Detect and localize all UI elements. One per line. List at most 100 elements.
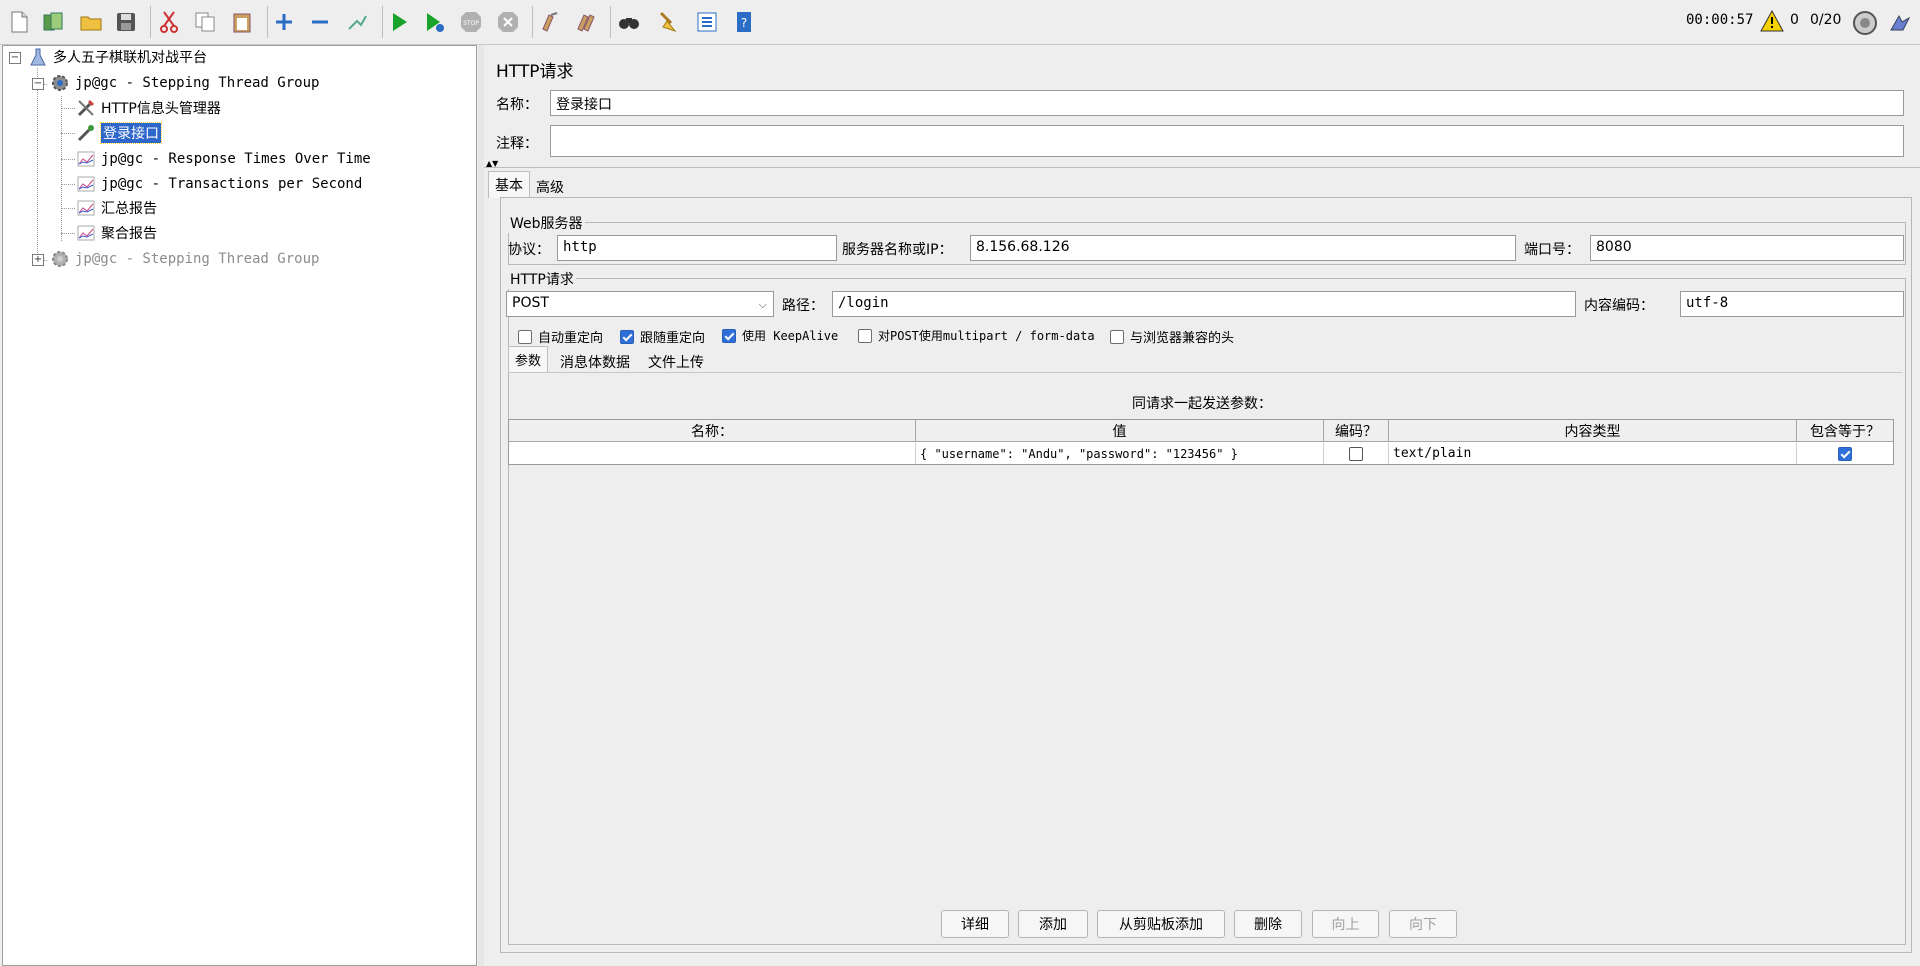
paste-icon[interactable] — [228, 8, 256, 36]
collapse-icon[interactable] — [306, 8, 334, 36]
port-field[interactable]: 8080 — [1590, 235, 1904, 261]
open-icon[interactable] — [77, 8, 105, 36]
shutdown-icon[interactable] — [494, 8, 522, 36]
option-keepalive[interactable]: 使用 KeepAlive — [722, 327, 838, 344]
collapse-group1-toggle[interactable]: − — [32, 78, 44, 90]
column-header-content-type[interactable]: 内容类型 — [1389, 420, 1797, 442]
column-header-encode[interactable]: 编码？ — [1324, 420, 1389, 442]
toggle-icon[interactable] — [343, 8, 371, 36]
sampler-icon — [75, 122, 97, 144]
params-table[interactable]: 名称： 值 编码？ 内容类型 包含等于？ { "username": "Andu… — [508, 419, 1894, 465]
tree-label: jp@gc - Transactions per Second — [101, 176, 363, 192]
help-icon[interactable]: ? — [730, 8, 758, 36]
auto-redirect-checkbox[interactable] — [518, 329, 532, 344]
function-helper-icon[interactable] — [693, 8, 721, 36]
expand-group2-toggle[interactable]: + — [32, 254, 44, 266]
graph-icon — [75, 148, 97, 170]
tree-node-aggregate-report[interactable]: 聚合报告 — [75, 222, 157, 244]
add-from-clipboard-button[interactable]: 从剪贴板添加 — [1097, 910, 1225, 938]
start-no-pause-icon[interactable] — [420, 8, 448, 36]
test-plan-tree[interactable]: − 多人五子棋联机对战平台 − jp@gc - Stepping Thread … — [2, 45, 477, 966]
encoding-field[interactable]: utf-8 — [1680, 291, 1904, 317]
tab-body-data[interactable]: 消息体数据 — [554, 349, 636, 375]
move-down-button[interactable]: 向下 — [1389, 910, 1457, 938]
tree-label: HTTP信息头管理器 — [101, 101, 221, 117]
log-viewer-icon[interactable] — [1887, 10, 1913, 40]
tree-node-response-times[interactable]: jp@gc - Response Times Over Time — [75, 148, 371, 170]
comment-field[interactable] — [550, 125, 1904, 157]
tab-basic[interactable]: 基本 — [488, 171, 530, 198]
http-request-group — [508, 278, 1906, 945]
column-header-include-equals[interactable]: 包含等于？ — [1797, 420, 1893, 442]
tree-node-summary-report[interactable]: 汇总报告 — [75, 197, 157, 219]
tree-node-header-manager[interactable]: HTTP信息头管理器 — [75, 97, 221, 119]
tab-parameters[interactable]: 参数 — [508, 346, 549, 372]
tree-node-transactions[interactable]: jp@gc - Transactions per Second — [75, 173, 362, 195]
tree-label: 多人五子棋联机对战平台 — [53, 50, 207, 66]
move-up-button[interactable]: 向上 — [1312, 910, 1379, 938]
cut-icon[interactable] — [155, 8, 183, 36]
name-label: 名称： — [496, 97, 538, 113]
params-caption: 同请求一起发送参数： — [1132, 396, 1272, 412]
encode-checkbox[interactable] — [1349, 446, 1363, 461]
expand-icon[interactable] — [270, 8, 298, 36]
protocol-field[interactable]: http — [557, 235, 837, 261]
new-icon[interactable] — [5, 8, 33, 36]
browser-headers-checkbox[interactable] — [1110, 329, 1124, 344]
delete-button[interactable]: 删除 — [1234, 910, 1302, 938]
path-label: 路径： — [782, 298, 824, 314]
tree-label: 登录接口 — [100, 122, 162, 144]
param-name-cell[interactable] — [509, 443, 916, 464]
keepalive-checkbox[interactable] — [722, 328, 736, 343]
follow-redirects-checkbox[interactable] — [620, 329, 634, 344]
option-label: 使用 KeepAlive — [742, 329, 839, 343]
remote-status-icon — [1852, 10, 1878, 40]
server-label: 服务器名称或IP： — [842, 242, 953, 258]
reset-search-icon[interactable] — [652, 8, 680, 36]
include-equals-checkbox[interactable] — [1838, 446, 1852, 461]
thread-count: 0/20 — [1810, 12, 1842, 28]
warning-icon[interactable] — [1760, 9, 1784, 36]
copy-icon[interactable] — [191, 8, 219, 36]
option-label: 对POST使用multipart / form-data — [878, 329, 1095, 343]
method-select[interactable]: POST ⌵ — [506, 291, 774, 317]
option-label: 与浏览器兼容的头 — [1130, 331, 1235, 346]
path-field[interactable]: /login — [832, 291, 1576, 317]
start-icon[interactable] — [385, 8, 413, 36]
param-include-equals-cell[interactable] — [1797, 443, 1893, 464]
option-browser-headers[interactable]: 与浏览器兼容的头 — [1110, 327, 1234, 346]
clear-icon[interactable] — [536, 8, 564, 36]
tree-node-thread-group-1[interactable]: jp@gc - Stepping Thread Group — [49, 72, 319, 94]
column-header-name[interactable]: 名称： — [509, 420, 916, 442]
option-follow-redirects[interactable]: 跟随重定向 — [620, 327, 705, 346]
option-multipart[interactable]: 对POST使用multipart / form-data — [858, 327, 1095, 344]
collapse-root-toggle[interactable]: − — [9, 52, 21, 64]
tab-file-upload[interactable]: 文件上传 — [642, 349, 710, 375]
tree-label: jp@gc - Stepping Thread Group — [75, 75, 320, 91]
tree-node-thread-group-2[interactable]: jp@gc - Stepping Thread Group — [49, 248, 319, 270]
param-content-type-cell[interactable]: text/plain — [1389, 443, 1797, 464]
method-value: POST — [512, 295, 549, 311]
column-header-value[interactable]: 值 — [916, 420, 1324, 442]
add-button[interactable]: 添加 — [1018, 910, 1088, 938]
param-value-cell[interactable]: { "username": "Andu", "password": "12345… — [916, 443, 1324, 464]
tree-node-login-sampler[interactable]: 登录接口 — [75, 122, 162, 144]
name-field[interactable]: 登录接口 — [550, 90, 1904, 116]
encoding-label: 内容编码： — [1584, 298, 1654, 314]
option-auto-redirect[interactable]: 自动重定向 — [518, 327, 603, 346]
stop-icon[interactable]: STOP — [457, 8, 485, 36]
toolbar: STOP ? 00:00:57 0 0/20 — [0, 0, 1920, 45]
param-encode-cell[interactable] — [1324, 443, 1389, 464]
server-field[interactable]: 8.156.68.126 — [970, 235, 1516, 261]
graph-icon — [75, 173, 97, 195]
templates-icon[interactable] — [39, 8, 67, 36]
save-icon[interactable] — [112, 8, 140, 36]
sampler-editor: HTTP请求 名称： 登录接口 注释： ▲▼ 基本 高级 Web服务器 协议： … — [484, 45, 1920, 966]
clear-all-icon[interactable] — [572, 8, 600, 36]
gear-icon — [49, 72, 71, 94]
option-label: 跟随重定向 — [640, 331, 706, 346]
multipart-checkbox[interactable] — [858, 328, 872, 343]
tree-node-test-plan[interactable]: 多人五子棋联机对战平台 — [27, 46, 207, 68]
detail-button[interactable]: 详细 — [941, 910, 1009, 938]
search-icon[interactable] — [615, 8, 643, 36]
